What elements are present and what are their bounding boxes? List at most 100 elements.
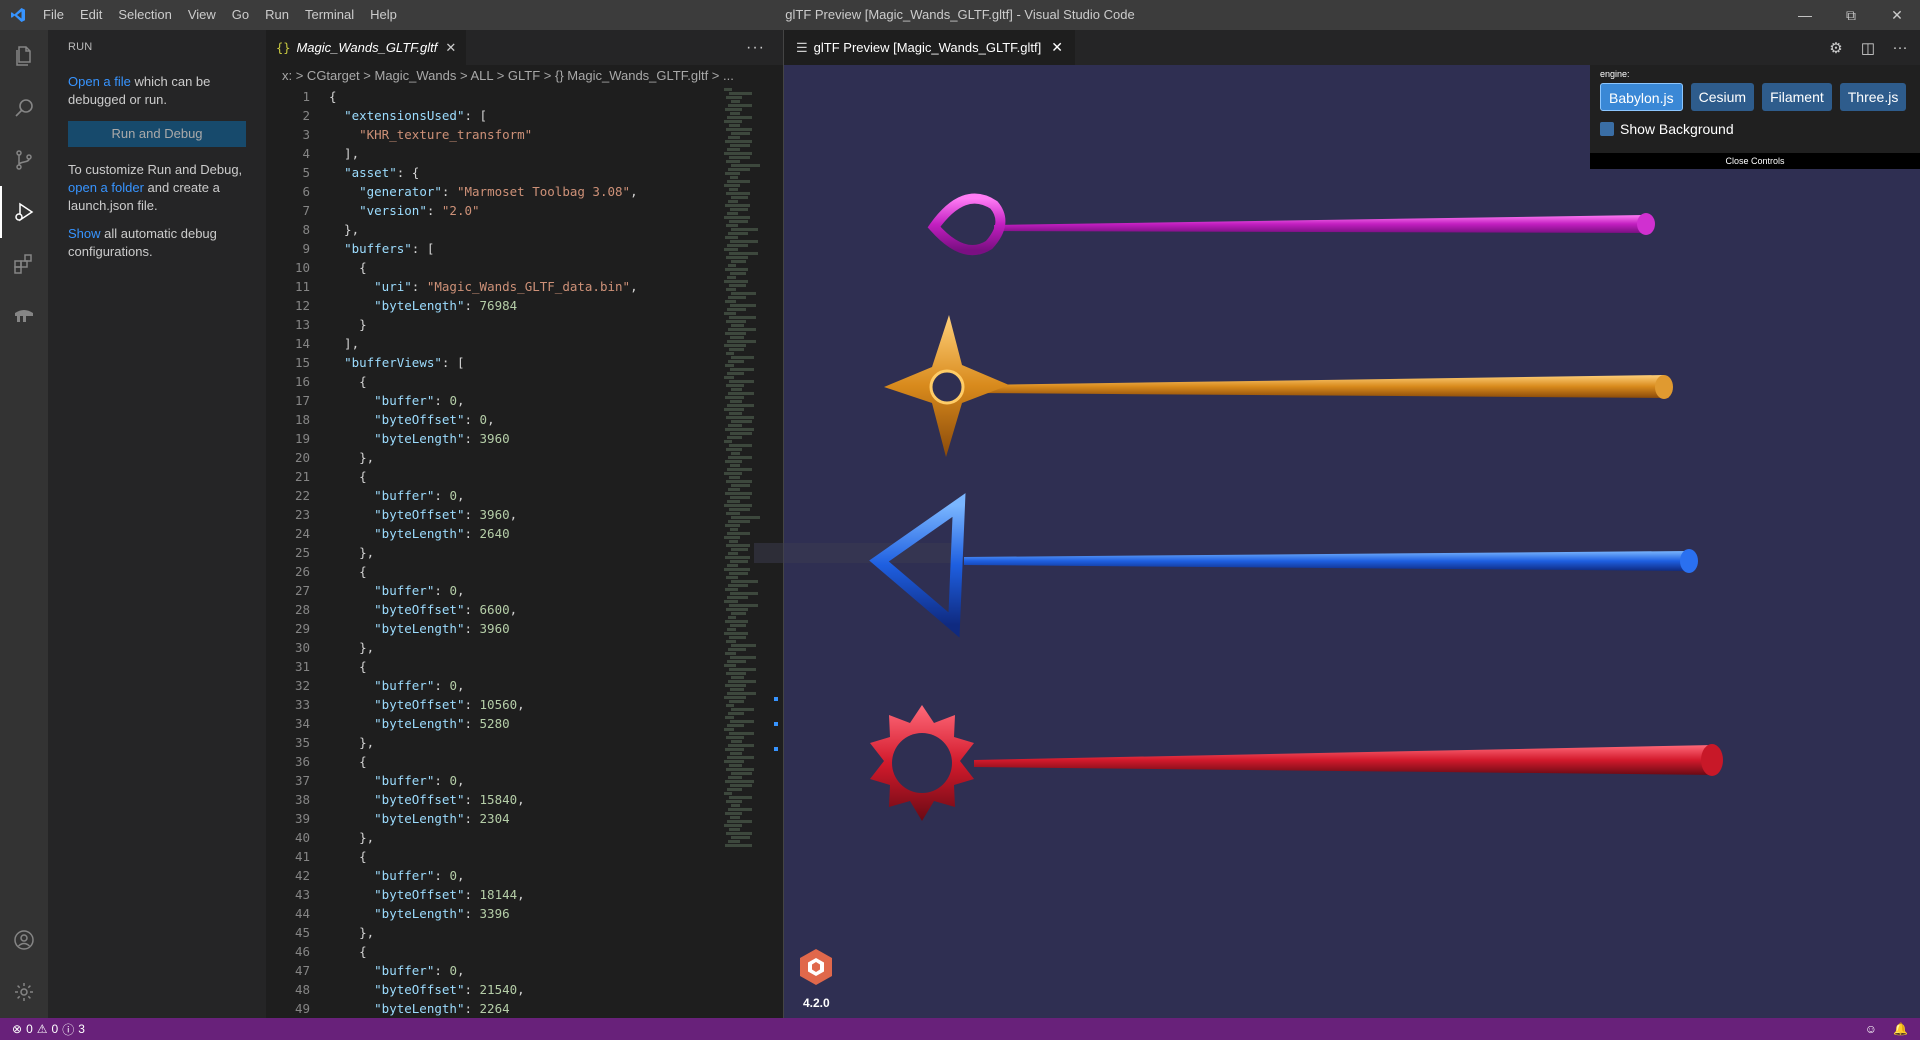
code-line[interactable]: 27 "buffer": 0,	[266, 581, 720, 600]
code-line[interactable]: 34 "byteLength": 5280	[266, 714, 720, 733]
code-line[interactable]: 7 "version": "2.0"	[266, 201, 720, 220]
menu-selection[interactable]: Selection	[110, 0, 179, 30]
close-preview-tab-icon[interactable]: ✕	[1051, 39, 1063, 56]
menu-edit[interactable]: Edit	[72, 0, 110, 30]
code-line[interactable]: 32 "buffer": 0,	[266, 676, 720, 695]
code-line[interactable]: 19 "byteLength": 3960	[266, 429, 720, 448]
code-line[interactable]: 12 "byteLength": 76984	[266, 296, 720, 315]
source-control-icon[interactable]	[0, 134, 48, 186]
engine-babylon-button[interactable]: Babylon.js	[1600, 83, 1683, 111]
code-line[interactable]: 39 "byteLength": 2304	[266, 809, 720, 828]
code-line[interactable]: 3 "KHR_texture_transform"	[266, 125, 720, 144]
customize-paragraph: To customize Run and Debug, open a folde…	[48, 161, 266, 215]
gltf-tools-icon[interactable]	[0, 290, 48, 342]
open-file-link[interactable]: Open a file	[68, 74, 131, 89]
run-debug-icon[interactable]	[0, 186, 48, 238]
code-line[interactable]: 26 {	[266, 562, 720, 581]
feedback-icon[interactable]: ☺	[1865, 1022, 1877, 1036]
notifications-bell-icon[interactable]: 🔔	[1893, 1022, 1908, 1036]
code-line[interactable]: 5 "asset": {	[266, 163, 720, 182]
code-line[interactable]: 18 "byteOffset": 0,	[266, 410, 720, 429]
close-window-button[interactable]: ✕	[1874, 0, 1920, 30]
minimap-line	[725, 460, 742, 463]
code-line[interactable]: 15 "bufferViews": [	[266, 353, 720, 372]
tab-magic-wands-gltf[interactable]: {} Magic_Wands_GLTF.gltf ✕	[266, 30, 467, 65]
code-line[interactable]: 46 {	[266, 942, 720, 961]
code-line[interactable]: 10 {	[266, 258, 720, 277]
code-line[interactable]: 43 "byteOffset": 18144,	[266, 885, 720, 904]
code-line[interactable]: 22 "buffer": 0,	[266, 486, 720, 505]
code-line[interactable]: 31 {	[266, 657, 720, 676]
minimap-line	[729, 316, 756, 319]
close-controls-button[interactable]: Close Controls	[1590, 153, 1920, 169]
minimap-line	[724, 344, 746, 347]
menu-terminal[interactable]: Terminal	[297, 0, 362, 30]
render-canvas[interactable]: engine: Babylon.js Cesium Filament Three…	[754, 65, 1920, 1018]
search-icon[interactable]	[0, 82, 48, 134]
open-folder-link[interactable]: open a folder	[68, 180, 144, 195]
menu-view[interactable]: View	[180, 0, 224, 30]
show-link[interactable]: Show	[68, 226, 101, 241]
problems-indicator[interactable]: ⊗ 0 ⚠ 0 ⓘ 3	[0, 1021, 85, 1038]
account-icon[interactable]	[0, 914, 48, 966]
code-line[interactable]: 14 ],	[266, 334, 720, 353]
code-line[interactable]: 48 "byteOffset": 21540,	[266, 980, 720, 999]
code-line[interactable]: 4 ],	[266, 144, 720, 163]
code-line[interactable]: 6 "generator": "Marmoset Toolbag 3.08",	[266, 182, 720, 201]
engine-cesium-button[interactable]: Cesium	[1690, 83, 1755, 111]
menu-file[interactable]: File	[35, 0, 72, 30]
tab-gltf-preview[interactable]: ☰ glTF Preview [Magic_Wands_GLTF.gltf] ✕	[784, 30, 1075, 65]
code-line[interactable]: 41 {	[266, 847, 720, 866]
menu-help[interactable]: Help	[362, 0, 405, 30]
line-number: 24	[294, 526, 310, 541]
gltf-inspect-icon[interactable]: ⚙	[1826, 39, 1846, 57]
code-line[interactable]: 13 }	[266, 315, 720, 334]
breadcrumb[interactable]: x: > CGtarget > Magic_Wands > ALL > GLTF…	[266, 65, 783, 87]
settings-gear-icon[interactable]	[0, 966, 48, 1018]
code-line[interactable]: 8 },	[266, 220, 720, 239]
code-line[interactable]: 21 {	[266, 467, 720, 486]
code-line[interactable]: 45 },	[266, 923, 720, 942]
code-line[interactable]: 17 "buffer": 0,	[266, 391, 720, 410]
more-preview-actions-icon[interactable]: ···	[1890, 39, 1910, 56]
line-number: 17	[294, 393, 310, 408]
code-line[interactable]: 35 },	[266, 733, 720, 752]
minimize-button[interactable]: —	[1782, 0, 1828, 30]
more-actions-icon[interactable]: ···	[746, 30, 765, 65]
code-line[interactable]: 9 "buffers": [	[266, 239, 720, 258]
code-line[interactable]: 47 "buffer": 0,	[266, 961, 720, 980]
code-line[interactable]: 36 {	[266, 752, 720, 771]
code-line[interactable]: 11 "uri": "Magic_Wands_GLTF_data.bin",	[266, 277, 720, 296]
engine-threejs-button[interactable]: Three.js	[1839, 83, 1907, 111]
close-tab-icon[interactable]: ✕	[445, 40, 456, 56]
menu-run[interactable]: Run	[257, 0, 297, 30]
code-line[interactable]: 49 "byteLength": 2264	[266, 999, 720, 1018]
show-background-checkbox[interactable]	[1600, 122, 1614, 136]
engine-filament-button[interactable]: Filament	[1762, 83, 1832, 111]
code-line[interactable]: 28 "byteOffset": 6600,	[266, 600, 720, 619]
code-line[interactable]: 2 "extensionsUsed": [	[266, 106, 720, 125]
menu-go[interactable]: Go	[224, 0, 257, 30]
code-line[interactable]: 33 "byteOffset": 10560,	[266, 695, 720, 714]
code-line[interactable]: 25 },	[266, 543, 720, 562]
code-line[interactable]: 37 "buffer": 0,	[266, 771, 720, 790]
restore-button[interactable]: ⧉	[1828, 0, 1874, 30]
code-line[interactable]: 44 "byteLength": 3396	[266, 904, 720, 923]
extensions-icon[interactable]	[0, 238, 48, 290]
code-line[interactable]: 23 "byteOffset": 3960,	[266, 505, 720, 524]
code-line[interactable]: 29 "byteLength": 3960	[266, 619, 720, 638]
code-line[interactable]: 30 },	[266, 638, 720, 657]
code-line[interactable]: 1{	[266, 87, 720, 106]
minimap-line	[728, 616, 736, 619]
explorer-icon[interactable]	[0, 30, 48, 82]
code-line[interactable]: 16 {	[266, 372, 720, 391]
code-line[interactable]: 42 "buffer": 0,	[266, 866, 720, 885]
code-line[interactable]: 40 },	[266, 828, 720, 847]
run-and-debug-button[interactable]: Run and Debug	[68, 121, 246, 147]
code-line[interactable]: 38 "byteOffset": 15840,	[266, 790, 720, 809]
code-editor[interactable]: 1{2 "extensionsUsed": [3 "KHR_texture_tr…	[266, 87, 720, 1018]
code-line[interactable]: 20 },	[266, 448, 720, 467]
split-editor-icon[interactable]: ◫	[1858, 39, 1878, 57]
line-content: "byteLength": 3396	[374, 906, 510, 921]
code-line[interactable]: 24 "byteLength": 2640	[266, 524, 720, 543]
